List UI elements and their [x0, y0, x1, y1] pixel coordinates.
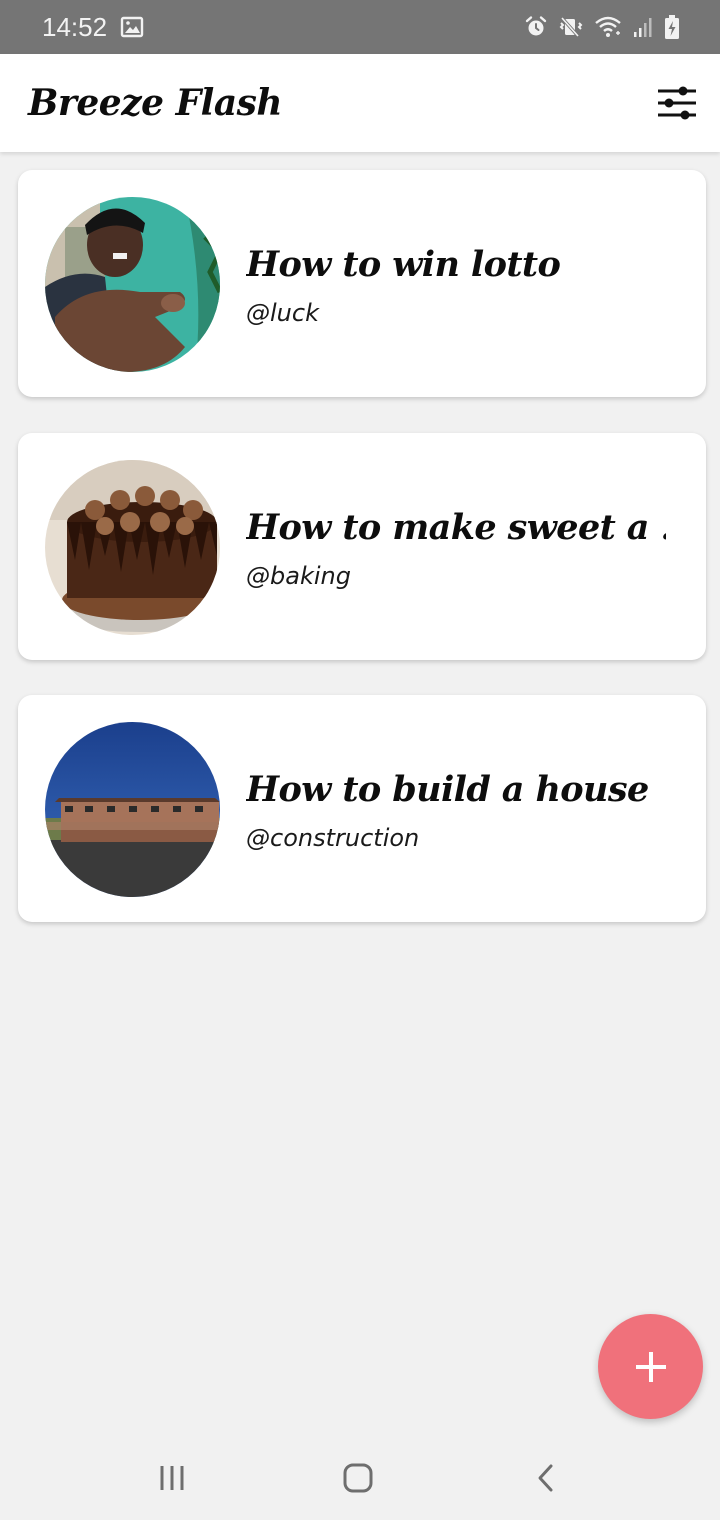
alarm-icon [525, 16, 547, 36]
vibrate-mute-icon [559, 16, 583, 38]
post-card[interactable]: How to win lotto @luck [18, 170, 706, 397]
post-tag: @baking [246, 562, 351, 590]
status-icons [524, 14, 680, 40]
post-title: How to win lotto [246, 244, 561, 285]
post-card[interactable]: How to build a house @construction [18, 695, 706, 922]
townhouse-photo [45, 722, 220, 897]
gallery-icon [120, 16, 144, 38]
post-tag: @construction [246, 824, 420, 852]
chocolate-cake-photo [45, 460, 220, 635]
post-list: How to win lotto @luck How to make sweet… [18, 170, 706, 958]
status-bar: 14:52 [0, 0, 720, 54]
post-tag: @luck [246, 299, 319, 327]
plus-icon [635, 1351, 666, 1382]
sliders-icon [658, 86, 696, 120]
add-post-button[interactable] [598, 1314, 703, 1419]
recent-apps-button[interactable] [132, 1448, 212, 1508]
back-button[interactable] [506, 1448, 586, 1508]
app-bar: Breeze Flash [0, 54, 720, 152]
home-icon [343, 1463, 373, 1493]
status-time: 14:52 [42, 12, 108, 42]
battery-charging-icon [665, 15, 679, 39]
back-icon [538, 1464, 553, 1492]
filter-button[interactable] [656, 82, 698, 124]
post-title: How to build a house [246, 769, 649, 810]
system-nav-bar [0, 1432, 720, 1520]
post-title: How to make sweet a ... [246, 507, 666, 548]
recent-apps-icon [160, 1466, 184, 1490]
signal-icon [634, 18, 652, 37]
home-button[interactable] [318, 1448, 398, 1508]
wifi-icon [595, 16, 621, 37]
post-card[interactable]: How to make sweet a ... @baking [18, 433, 706, 660]
person-pointing-photo [45, 197, 220, 372]
app-title: Breeze Flash [28, 82, 283, 124]
